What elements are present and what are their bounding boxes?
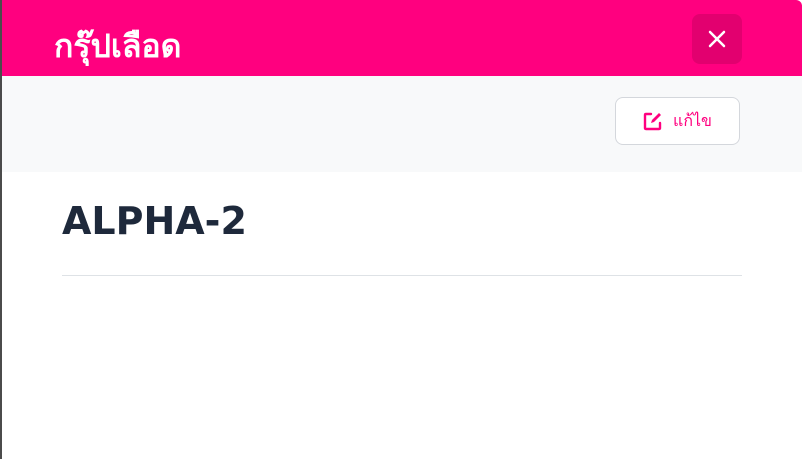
close-icon xyxy=(708,30,726,48)
divider xyxy=(62,275,742,276)
modal-panel: กรุ๊ปเลือด แก้ไข ALPHA-2 xyxy=(0,0,802,459)
record-title: ALPHA-2 xyxy=(62,199,247,243)
modal-header: กรุ๊ปเลือด xyxy=(2,0,802,76)
close-button[interactable] xyxy=(692,14,742,64)
toolbar: แก้ไข xyxy=(2,76,802,172)
modal-title: กรุ๊ปเลือด xyxy=(54,27,182,65)
edit-button-label: แก้ไข xyxy=(673,111,712,130)
edit-icon xyxy=(643,112,662,131)
edit-button[interactable]: แก้ไข xyxy=(615,97,740,145)
